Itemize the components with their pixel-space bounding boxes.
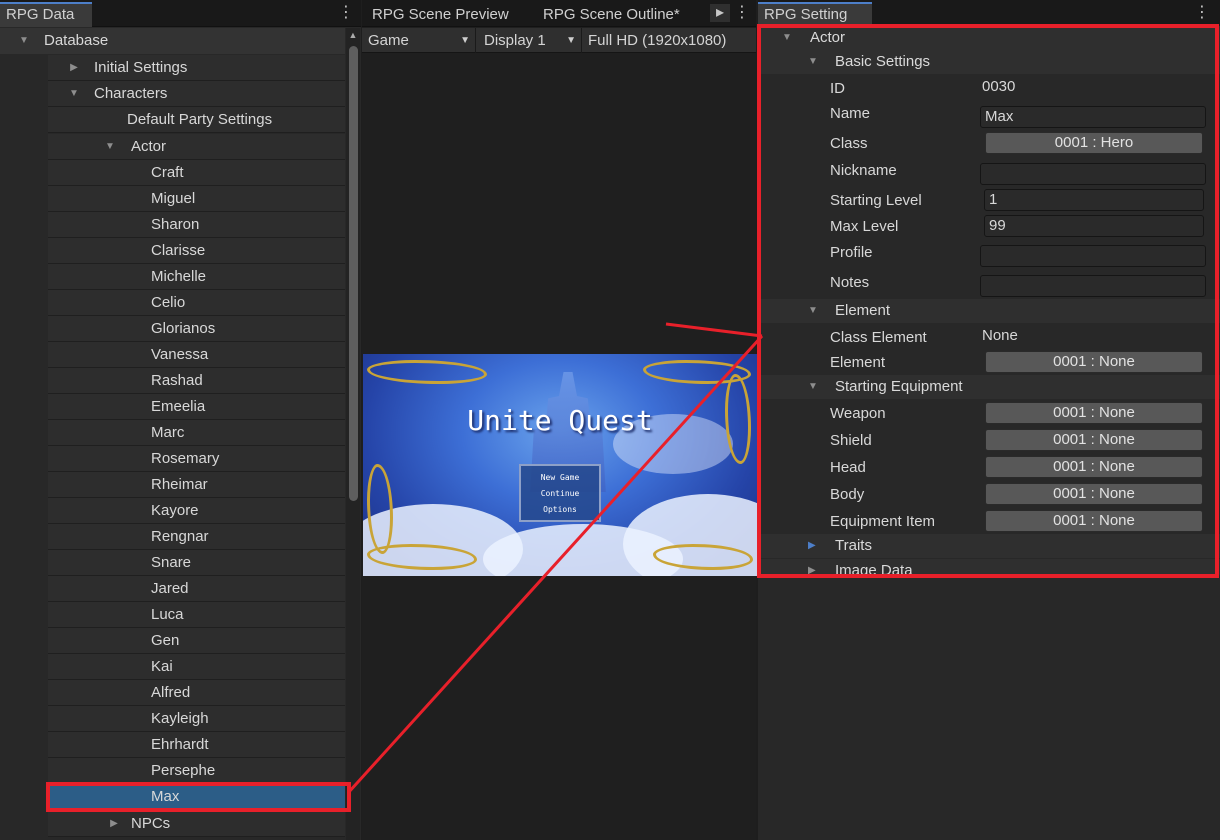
tree-label: Sharon bbox=[151, 216, 200, 233]
right-kebab-menu-icon[interactable]: ⋮ bbox=[1194, 4, 1210, 22]
tree-actor-item[interactable]: Ehrhardt bbox=[48, 732, 345, 758]
rpg-data-panel: RPG Data ⋮ ▼ Database ▶ Initial Settings… bbox=[0, 0, 361, 840]
expanded-arrow-icon[interactable]: ▼ bbox=[68, 81, 80, 107]
tree-label: NPCs bbox=[131, 815, 171, 832]
tree-label: Persephe bbox=[151, 762, 216, 779]
tree-label: Michelle bbox=[151, 268, 207, 285]
left-scrollbar-thumb[interactable] bbox=[349, 46, 358, 501]
tree-characters[interactable]: ▼ Characters bbox=[48, 81, 345, 107]
left-kebab-menu-icon[interactable]: ⋮ bbox=[338, 4, 354, 22]
tree-actor-item[interactable]: Rheimar bbox=[48, 472, 345, 498]
tab-rpg-scene-outline[interactable]: RPG Scene Outline* bbox=[537, 2, 686, 27]
menu-options[interactable]: Options bbox=[521, 505, 599, 514]
tree-label: Alfred bbox=[151, 684, 191, 701]
tree-label: Initial Settings bbox=[94, 59, 188, 76]
tree-label: Marc bbox=[151, 424, 185, 441]
game-title: Unite Quest bbox=[467, 404, 653, 437]
tree-actor-item[interactable]: Craft bbox=[48, 160, 345, 186]
resolution-dropdown-label: Full HD (1920x1080) bbox=[588, 32, 727, 49]
tree-npcs[interactable]: ▶ NPCs bbox=[48, 811, 345, 837]
tree-actor-item[interactable]: Rashad bbox=[48, 368, 345, 394]
tree-label: Kayleigh bbox=[151, 710, 209, 727]
tree-label: Craft bbox=[151, 164, 184, 181]
mode-dropdown[interactable]: Game ▼ bbox=[362, 28, 476, 53]
tree-label: Clarisse bbox=[151, 242, 206, 259]
tab-rpg-scene-preview[interactable]: RPG Scene Preview bbox=[366, 2, 515, 27]
tree-label: Rashad bbox=[151, 372, 203, 389]
tree-actor-item[interactable]: Alfred bbox=[48, 680, 345, 706]
tree-label: Glorianos bbox=[151, 320, 216, 337]
title-menu: New Game Continue Options bbox=[519, 464, 601, 522]
right-tabbar: RPG Setting ⋮ bbox=[758, 0, 1220, 27]
tree-label: Default Party Settings bbox=[127, 111, 273, 128]
display-dropdown-label: Display 1 bbox=[484, 32, 546, 49]
tree-actor-item[interactable]: Snare bbox=[48, 550, 345, 576]
tree-label: Characters bbox=[94, 85, 168, 102]
menu-new-game[interactable]: New Game bbox=[521, 473, 599, 482]
game-toolbar: Game ▼ Display 1 ▼ Full HD (1920x1080) bbox=[362, 28, 756, 53]
tree-actor-item[interactable]: Kai bbox=[48, 654, 345, 680]
tree-actor-item[interactable]: Miguel bbox=[48, 186, 345, 212]
tree-label: Rosemary bbox=[151, 450, 220, 467]
tree-actor-item[interactable]: Glorianos bbox=[48, 316, 345, 342]
tree-actor-item[interactable]: Gen bbox=[48, 628, 345, 654]
tree-actor[interactable]: ▼ Actor bbox=[48, 134, 345, 160]
tree-label: Snare bbox=[151, 554, 192, 571]
tree-label: Rheimar bbox=[151, 476, 208, 493]
game-view[interactable]: Unite Quest New Game Continue Options bbox=[363, 354, 757, 576]
tree-actor-item[interactable]: Michelle bbox=[48, 264, 345, 290]
dropdown-caret-icon: ▼ bbox=[460, 35, 470, 46]
resolution-dropdown[interactable]: Full HD (1920x1080) bbox=[582, 28, 756, 53]
tree-actor-item[interactable]: Celio bbox=[48, 290, 345, 316]
ornament bbox=[367, 360, 487, 384]
tree-label: Vanessa bbox=[151, 346, 209, 363]
tree-actor-item[interactable]: Clarisse bbox=[48, 238, 345, 264]
scroll-up-arrow-icon[interactable]: ▲ bbox=[347, 30, 359, 42]
tab-overflow-arrow-icon[interactable]: ▸ bbox=[710, 4, 730, 22]
left-tabbar: RPG Data ⋮ bbox=[0, 0, 361, 27]
tree-actor-item[interactable]: Persephe bbox=[48, 758, 345, 784]
middle-tabbar: RPG Scene Preview RPG Scene Outline* ▸ ⋮ bbox=[362, 0, 756, 27]
tree-database[interactable]: ▼ Database bbox=[0, 28, 345, 54]
tree-actor-item[interactable]: Vanessa bbox=[48, 342, 345, 368]
tree-actor-item[interactable]: Marc bbox=[48, 420, 345, 446]
tree-actor-item[interactable]: Kayore bbox=[48, 498, 345, 524]
tree-actor-item[interactable]: Sharon bbox=[48, 212, 345, 238]
display-dropdown[interactable]: Display 1 ▼ bbox=[478, 28, 582, 53]
tree-actor-item[interactable]: Jared bbox=[48, 576, 345, 602]
tree-label: Database bbox=[44, 32, 109, 49]
tree-label: Gen bbox=[151, 632, 180, 649]
tree-label: Miguel bbox=[151, 190, 196, 207]
scene-preview-panel: RPG Scene Preview RPG Scene Outline* ▸ ⋮… bbox=[362, 0, 757, 840]
middle-kebab-menu-icon[interactable]: ⋮ bbox=[734, 4, 750, 22]
tree-actor-item[interactable]: Kayleigh bbox=[48, 706, 345, 732]
tree-actor-item[interactable]: Emeelia bbox=[48, 394, 345, 420]
annotation-highlight-box bbox=[757, 24, 1219, 578]
tree-label: Kai bbox=[151, 658, 173, 675]
expanded-arrow-icon[interactable]: ▼ bbox=[18, 28, 30, 54]
tree-label: Jared bbox=[151, 580, 189, 597]
tree-label: Ehrhardt bbox=[151, 736, 209, 753]
tree-label: Emeelia bbox=[151, 398, 206, 415]
tree-actor-item[interactable]: Rosemary bbox=[48, 446, 345, 472]
tree-initial-settings[interactable]: ▶ Initial Settings bbox=[48, 55, 345, 81]
menu-continue[interactable]: Continue bbox=[521, 489, 599, 498]
tree-label: Rengnar bbox=[151, 528, 209, 545]
tree-actor-item[interactable]: Luca bbox=[48, 602, 345, 628]
tree-label: Celio bbox=[151, 294, 186, 311]
mode-dropdown-label: Game bbox=[368, 32, 409, 49]
tree-default-party-settings[interactable]: Default Party Settings bbox=[48, 107, 345, 133]
tree-label: Luca bbox=[151, 606, 184, 623]
collapsed-arrow-icon[interactable]: ▶ bbox=[108, 811, 120, 837]
expanded-arrow-icon[interactable]: ▼ bbox=[104, 134, 116, 160]
tree-label: Kayore bbox=[151, 502, 199, 519]
tree-label: Actor bbox=[131, 138, 167, 155]
tab-rpg-data[interactable]: RPG Data bbox=[0, 2, 92, 27]
dropdown-caret-icon: ▼ bbox=[566, 35, 576, 46]
collapsed-arrow-icon[interactable]: ▶ bbox=[68, 55, 80, 81]
tree-actor-item[interactable]: Rengnar bbox=[48, 524, 345, 550]
annotation-highlight-box bbox=[46, 782, 351, 812]
